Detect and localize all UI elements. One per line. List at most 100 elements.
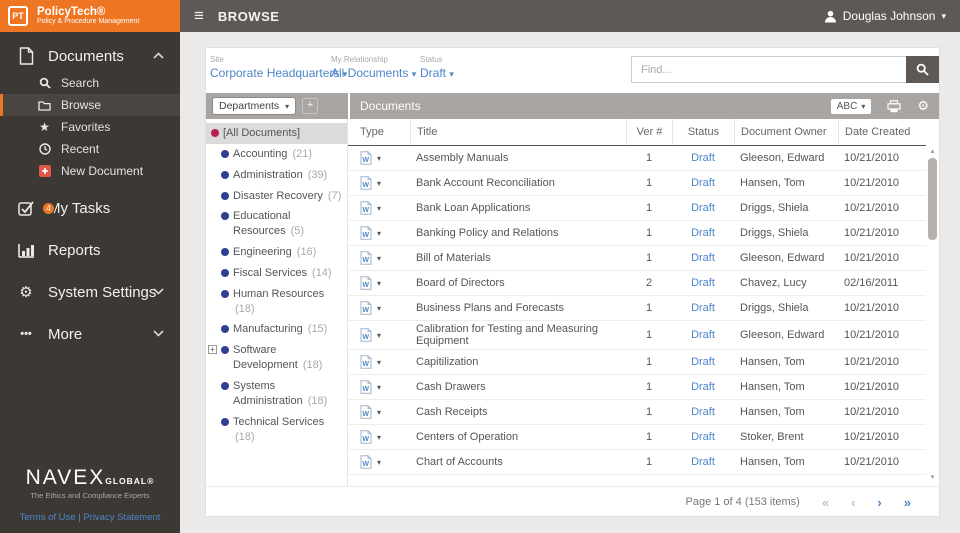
row-menu-caret-icon[interactable]: ▾ xyxy=(377,254,381,263)
find-input[interactable] xyxy=(631,56,906,83)
tree-item[interactable]: + Technical Services (18) xyxy=(206,412,347,448)
doc-title[interactable]: Board of Directors xyxy=(410,275,626,291)
row-menu-caret-icon[interactable]: ▾ xyxy=(377,154,381,163)
doc-title[interactable]: Calibration for Testing and Measuring Eq… xyxy=(410,321,626,349)
tree-item[interactable]: + Accounting (21) xyxy=(206,144,347,165)
doc-status-link[interactable]: Draft xyxy=(672,354,734,370)
doc-status-link[interactable]: Draft xyxy=(672,150,734,166)
doc-type-cell[interactable]: W ▾ xyxy=(348,428,410,446)
nav-search[interactable]: Search xyxy=(0,72,180,94)
table-row[interactable]: W ▾ Cash Receipts 1 Draft Hansen, Tom 10… xyxy=(348,400,926,425)
table-row[interactable]: W ▾ Bank Account Reconciliation 1 Draft … xyxy=(348,171,926,196)
row-menu-caret-icon[interactable]: ▾ xyxy=(377,331,381,340)
terms-of-use-link[interactable]: Terms of Use xyxy=(20,512,76,523)
search-button[interactable] xyxy=(906,56,939,83)
tree-item[interactable]: + Disaster Recovery (7) xyxy=(206,186,347,207)
doc-type-cell[interactable]: W ▾ xyxy=(348,299,410,317)
row-menu-caret-icon[interactable]: ▾ xyxy=(377,179,381,188)
doc-title[interactable]: Bank Loan Applications xyxy=(410,200,626,216)
tree-item[interactable]: + Educational Resources (5) xyxy=(206,206,347,242)
nav-my-tasks[interactable]: 4 My Tasks xyxy=(0,192,180,224)
row-menu-caret-icon[interactable]: ▾ xyxy=(377,304,381,313)
column-header-title[interactable]: Title xyxy=(410,119,626,145)
departments-select[interactable]: Departments ▾ xyxy=(212,97,297,115)
table-row[interactable]: W ▾ Cash Drawers 1 Draft Hansen, Tom 10/… xyxy=(348,375,926,400)
doc-title[interactable]: Chart of Accounts xyxy=(410,454,626,470)
tree-item[interactable]: + [All Documents] xyxy=(206,123,347,144)
nav-more[interactable]: ••• More xyxy=(0,318,180,350)
site-filter-dropdown[interactable]: Corporate Headquarters ▾ xyxy=(210,66,347,80)
abc-sort-button[interactable]: ABC ▾ xyxy=(830,98,872,114)
scroll-down-icon[interactable]: ▾ xyxy=(928,474,937,482)
doc-status-link[interactable]: Draft xyxy=(672,404,734,420)
add-department-button[interactable]: + xyxy=(302,98,319,114)
doc-status-link[interactable]: Draft xyxy=(672,454,734,470)
table-row[interactable]: W ▾ Calibration for Testing and Measurin… xyxy=(348,321,926,350)
doc-type-cell[interactable]: W ▾ xyxy=(348,453,410,471)
privacy-statement-link[interactable]: Privacy Statement xyxy=(83,512,160,523)
doc-title[interactable]: Cash Receipts xyxy=(410,404,626,420)
doc-status-link[interactable]: Draft xyxy=(672,300,734,316)
doc-title[interactable]: Cash Drawers xyxy=(410,379,626,395)
row-menu-caret-icon[interactable]: ▾ xyxy=(377,358,381,367)
table-row[interactable]: W ▾ Capitilization 1 Draft Hansen, Tom 1… xyxy=(348,350,926,375)
doc-title[interactable]: Capitilization xyxy=(410,354,626,370)
row-menu-caret-icon[interactable]: ▾ xyxy=(377,229,381,238)
doc-type-cell[interactable]: W ▾ xyxy=(348,326,410,344)
row-menu-caret-icon[interactable]: ▾ xyxy=(377,383,381,392)
column-header-ver[interactable]: Ver # xyxy=(626,119,672,145)
doc-title[interactable]: Assembly Manuals xyxy=(410,150,626,166)
table-settings-button[interactable]: ⚙ xyxy=(917,98,929,114)
nav-reports[interactable]: Reports xyxy=(0,234,180,266)
status-filter-dropdown[interactable]: Draft ▾ xyxy=(420,66,454,80)
doc-type-cell[interactable]: W ▾ xyxy=(348,199,410,217)
row-menu-caret-icon[interactable]: ▾ xyxy=(377,458,381,467)
column-header-status[interactable]: Status xyxy=(672,119,734,145)
column-header-type[interactable]: Type xyxy=(348,119,410,145)
tree-item[interactable]: + Manufacturing (15) xyxy=(206,319,347,340)
doc-status-link[interactable]: Draft xyxy=(672,225,734,241)
tree-item[interactable]: + Engineering (16) xyxy=(206,242,347,263)
first-page-button[interactable]: « xyxy=(822,495,829,510)
doc-title[interactable]: Business Plans and Forecasts xyxy=(410,300,626,316)
column-header-date[interactable]: Date Created xyxy=(838,119,926,145)
next-page-button[interactable]: › xyxy=(877,495,881,510)
table-row[interactable]: W ▾ Bank Loan Applications 1 Draft Drigg… xyxy=(348,196,926,221)
tree-item[interactable]: + Administration (39) xyxy=(206,165,347,186)
doc-title[interactable]: Bank Account Reconciliation xyxy=(410,175,626,191)
doc-type-cell[interactable]: W ▾ xyxy=(348,403,410,421)
nav-new-document[interactable]: New Document xyxy=(0,160,180,182)
nav-favorites[interactable]: ★ Favorites xyxy=(0,116,180,138)
nav-recent[interactable]: Recent xyxy=(0,138,180,160)
scrollbar-thumb[interactable] xyxy=(928,158,937,240)
expand-icon[interactable]: + xyxy=(208,345,217,355)
tree-item[interactable]: + Software Development (18) xyxy=(206,340,347,376)
doc-status-link[interactable]: Draft xyxy=(672,429,734,445)
table-row[interactable]: W ▾ Assembly Manuals 1 Draft Gleeson, Ed… xyxy=(348,146,926,171)
doc-type-cell[interactable]: W ▾ xyxy=(348,274,410,292)
table-row[interactable]: W ▾ Business Plans and Forecasts 1 Draft… xyxy=(348,296,926,321)
doc-type-cell[interactable]: W ▾ xyxy=(348,224,410,242)
row-menu-caret-icon[interactable]: ▾ xyxy=(377,279,381,288)
doc-status-link[interactable]: Draft xyxy=(672,327,734,343)
nav-system-settings[interactable]: ⚙ System Settings xyxy=(0,276,180,308)
previous-page-button[interactable]: ‹ xyxy=(851,495,855,510)
row-menu-caret-icon[interactable]: ▾ xyxy=(377,408,381,417)
table-row[interactable]: W ▾ Bill of Materials 1 Draft Gleeson, E… xyxy=(348,246,926,271)
doc-type-cell[interactable]: W ▾ xyxy=(348,174,410,192)
table-scrollbar[interactable]: ▴ ▾ xyxy=(928,148,937,482)
doc-type-cell[interactable]: W ▾ xyxy=(348,353,410,371)
doc-status-link[interactable]: Draft xyxy=(672,250,734,266)
doc-status-link[interactable]: Draft xyxy=(672,379,734,395)
row-menu-caret-icon[interactable]: ▾ xyxy=(377,204,381,213)
tree-item[interactable]: + Systems Administration (18) xyxy=(206,376,347,412)
table-row[interactable]: W ▾ Board of Directors 2 Draft Chavez, L… xyxy=(348,271,926,296)
last-page-button[interactable]: » xyxy=(904,495,911,510)
doc-type-cell[interactable]: W ▾ xyxy=(348,249,410,267)
table-row[interactable]: W ▾ Chart of Accounts 1 Draft Hansen, To… xyxy=(348,450,926,475)
nav-browse[interactable]: Browse xyxy=(0,94,180,116)
doc-type-cell[interactable]: W ▾ xyxy=(348,149,410,167)
doc-title[interactable]: Banking Policy and Relations xyxy=(410,225,626,241)
nav-documents[interactable]: Documents xyxy=(0,40,180,72)
relationship-filter-dropdown[interactable]: All Documents ▾ xyxy=(331,66,416,80)
